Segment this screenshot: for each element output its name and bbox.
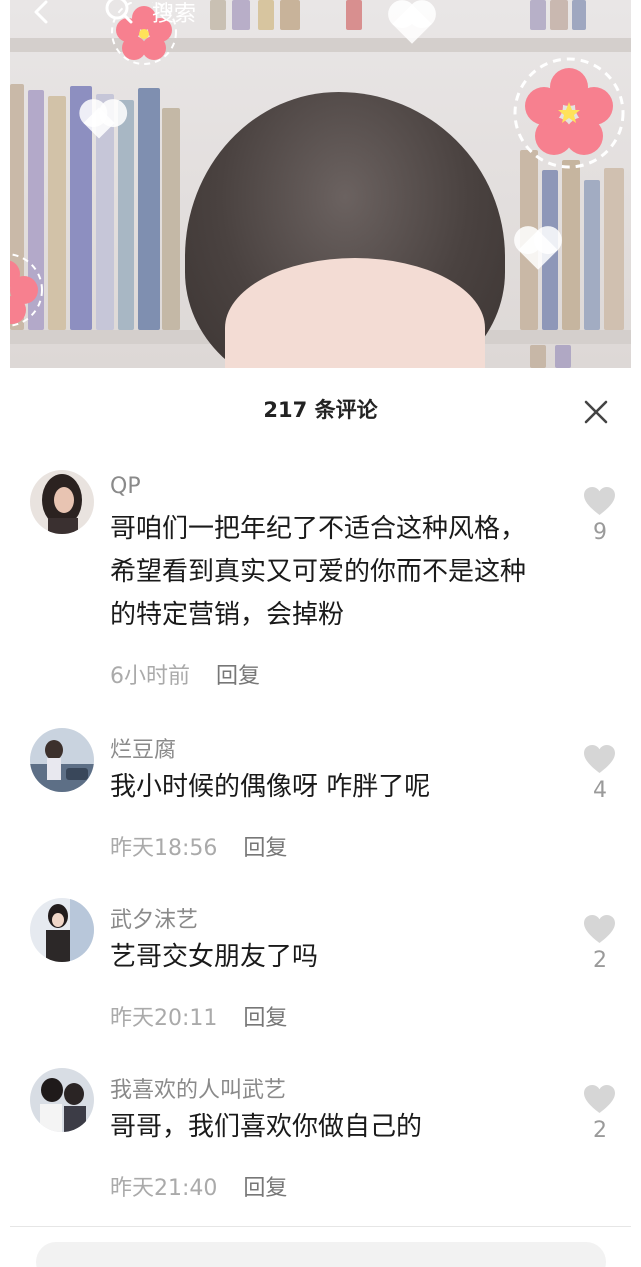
divider [10,1226,631,1227]
like-count: 2 [593,1118,607,1143]
like-count: 9 [593,520,607,545]
like-count: 2 [593,948,607,973]
search-label[interactable]: 搜索 [152,0,196,28]
comment-username[interactable]: 我喜欢的人叫武艺 [110,1072,286,1104]
comment-username[interactable]: 武夕沫艺 [110,902,198,934]
comment-input-field[interactable] [36,1242,606,1267]
reply-button[interactable]: 回复 [243,1176,287,1201]
reply-button[interactable]: 回复 [243,836,287,861]
like-count: 4 [593,778,607,803]
comment-text: 哥哥，我们喜欢你做自己的 [110,1112,423,1142]
back-arrow-icon[interactable] [30,0,54,26]
avatar[interactable] [30,898,94,962]
reply-button[interactable]: 回复 [243,1006,287,1031]
comment-meta: 6小时前 回复 [110,658,260,690]
book [162,108,180,330]
like-heart-icon[interactable] [583,1084,616,1114]
comment-time: 昨天21:40 [110,1176,218,1201]
comment-time: 6小时前 [110,664,190,689]
reply-button[interactable]: 回复 [216,664,260,689]
like-heart-icon[interactable] [583,744,616,774]
comment-username[interactable]: 烂豆腐 [110,732,176,764]
book [48,96,66,330]
comment-meta: 昨天21:40 回复 [110,1170,287,1202]
avatar[interactable] [30,728,94,792]
comment-text: 艺哥交女朋友了吗 [110,942,319,972]
comment-text: 哥咱们一把年纪了不适合这种风格，希望看到真实又可爱的你而不是这种的特定营销，会掉… [110,514,527,630]
flower-sticker-icon [10,253,43,327]
search-icon[interactable] [104,0,134,24]
comment-meta: 昨天20:11 回复 [110,1000,287,1032]
top-bar: 搜索 [0,0,641,34]
comments-count-title: 217 条评论 [263,398,378,422]
avatar[interactable] [30,1068,94,1132]
shelf-board [10,38,631,52]
comments-panel: 217 条评论 QP 哥咱们一把年纪了不适合这种风格，希望看到真实又可爱的你而不… [0,368,641,1267]
comment-username[interactable]: QP [110,474,141,499]
book [562,160,580,330]
comment-meta: 昨天18:56 回复 [110,830,287,862]
comment-time: 昨天18:56 [110,836,218,861]
book [118,100,134,330]
book [138,88,160,330]
book [555,345,571,368]
video-frame[interactable] [10,0,631,368]
book [530,345,546,368]
close-icon[interactable] [580,396,612,428]
comment-text: 我小时候的偶像呀 咋胖了呢 [110,772,431,802]
flower-sticker-icon [513,57,625,169]
like-heart-icon[interactable] [583,486,616,516]
comment-time: 昨天20:11 [110,1006,218,1031]
book [584,180,600,330]
book [604,168,624,330]
avatar[interactable] [30,470,94,534]
like-heart-icon[interactable] [583,914,616,944]
